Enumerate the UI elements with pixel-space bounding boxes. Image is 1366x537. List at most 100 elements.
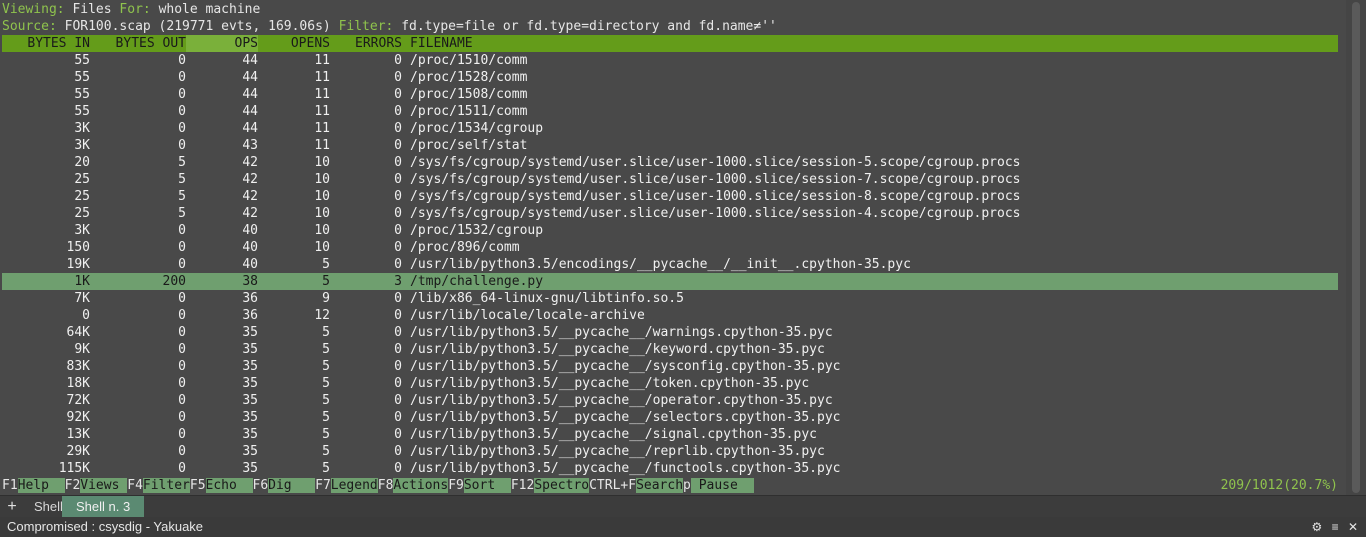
fkey-f12[interactable]: F12Spectro bbox=[511, 478, 590, 493]
bytes-in-cell: 19K bbox=[66, 257, 90, 272]
filename-cell: /sys/fs/cgroup/systemd/user.slice/user-1… bbox=[410, 189, 1021, 204]
fkey-f7[interactable]: F7Legend bbox=[315, 478, 378, 493]
errors-cell: 0 bbox=[394, 172, 402, 187]
errors-cell: 0 bbox=[394, 444, 402, 459]
fkey-label: Dig bbox=[268, 478, 316, 493]
table-row[interactable]: 18K 0 35 5 0/usr/lib/python3.5/__pycache__/t… bbox=[2, 375, 1338, 392]
column-header-row: BYTES IN BYTES OUT OPS OPENS ERRORS FILENAME bbox=[2, 35, 1338, 52]
fkey-f9[interactable]: F9Sort bbox=[448, 478, 511, 493]
ops-cell: 36 bbox=[242, 291, 258, 306]
fkey-f1[interactable]: F1Help bbox=[2, 478, 65, 493]
fkey-f8[interactable]: F8Actions bbox=[378, 478, 449, 493]
scrollbar-thumb[interactable] bbox=[1352, 2, 1360, 493]
fkey-label: Spectro bbox=[534, 478, 590, 493]
bytes-in-cell: 29K bbox=[66, 444, 90, 459]
table-row[interactable]: 25 5 42 10 0/sys/fs/cgroup/systemd/user.slic… bbox=[2, 171, 1338, 188]
bytes-out-cell: 0 bbox=[178, 121, 186, 136]
bytes-out-cell: 0 bbox=[178, 359, 186, 374]
col-opens[interactable]: OPENS bbox=[258, 35, 330, 52]
bytes-out-cell: 0 bbox=[178, 223, 186, 238]
fkey-ctrl-f[interactable]: CTRL+FSearch bbox=[589, 478, 684, 493]
filename-cell: /proc/1510/comm bbox=[410, 53, 528, 68]
bytes-out-cell: 0 bbox=[178, 376, 186, 391]
menu-icon[interactable]: ≡ bbox=[1332, 517, 1339, 537]
for-value: whole machine bbox=[158, 2, 261, 17]
errors-cell: 0 bbox=[394, 87, 402, 102]
table-row[interactable]: 72K 0 35 5 0/usr/lib/python3.5/__pycache__/o… bbox=[2, 392, 1338, 409]
ops-cell: 35 bbox=[242, 461, 258, 476]
table-row[interactable]: 3K 0 44 11 0/proc/1534/cgroup bbox=[2, 120, 1338, 137]
filename-cell: /proc/1508/comm bbox=[410, 87, 528, 102]
bytes-out-cell: 0 bbox=[178, 393, 186, 408]
table-row[interactable]: 9K 0 35 5 0/usr/lib/python3.5/__pycache__/ke… bbox=[2, 341, 1338, 358]
tab-shell-n3[interactable]: Shell n. 3 bbox=[62, 496, 145, 518]
bytes-in-cell: 7K bbox=[74, 291, 90, 306]
close-icon[interactable]: ✕ bbox=[1348, 517, 1358, 537]
bytes-in-cell: 3K bbox=[74, 121, 90, 136]
terminal-area[interactable]: Viewing: Files For: whole machine Source… bbox=[0, 0, 1346, 495]
table-row[interactable]: 150 0 40 10 0/proc/896/comm bbox=[2, 239, 1338, 256]
table-row-selected[interactable]: 1K 200 38 5 3/tmp/challenge.py bbox=[2, 273, 1338, 290]
filter-label: Filter: bbox=[338, 19, 394, 34]
bytes-out-cell: 0 bbox=[178, 104, 186, 119]
bytes-out-cell: 0 bbox=[178, 70, 186, 85]
bytes-in-cell: 25 bbox=[74, 206, 90, 221]
function-key-bar: F1Help F2Views F4FilterF5Echo F6Dig F7Le… bbox=[2, 477, 1338, 494]
table-row[interactable]: 55 0 44 11 0/proc/1508/comm bbox=[2, 86, 1338, 103]
add-tab-icon[interactable]: + bbox=[4, 497, 20, 517]
opens-cell: 11 bbox=[314, 121, 330, 136]
fkey-label: Actions bbox=[393, 478, 449, 493]
fkey-p[interactable]: p Pause bbox=[683, 478, 754, 493]
fkey-key: CTRL+F bbox=[589, 478, 637, 493]
ops-cell: 44 bbox=[242, 87, 258, 102]
col-bytes-out[interactable]: BYTES OUT bbox=[90, 35, 186, 52]
table-row[interactable]: 55 0 44 11 0/proc/1511/comm bbox=[2, 103, 1338, 120]
bytes-in-cell: 92K bbox=[66, 410, 90, 425]
bytes-in-cell: 9K bbox=[74, 342, 90, 357]
table-row[interactable]: 115K 0 35 5 0/usr/lib/python3.5/__pycache__/… bbox=[2, 460, 1338, 477]
errors-cell: 0 bbox=[394, 206, 402, 221]
fkey-f5[interactable]: F5Echo bbox=[190, 478, 253, 493]
fkey-label: Search bbox=[636, 478, 684, 493]
table-row[interactable]: 83K 0 35 5 0/usr/lib/python3.5/__pycache__/s… bbox=[2, 358, 1338, 375]
bytes-out-cell: 0 bbox=[178, 308, 186, 323]
col-errors[interactable]: ERRORS bbox=[330, 35, 402, 52]
bytes-out-cell: 0 bbox=[178, 257, 186, 272]
bytes-in-cell: 3K bbox=[74, 223, 90, 238]
opens-cell: 12 bbox=[314, 308, 330, 323]
filename-cell: /usr/lib/python3.5/__pycache__/warnings.… bbox=[410, 325, 833, 340]
col-ops[interactable]: OPS bbox=[186, 35, 258, 52]
filename-cell: /proc/1532/cgroup bbox=[410, 223, 544, 238]
table-row[interactable]: 25 5 42 10 0/sys/fs/cgroup/systemd/user.slic… bbox=[2, 205, 1338, 222]
table-row[interactable]: 64K 0 35 5 0/usr/lib/python3.5/__pycache__/w… bbox=[2, 324, 1338, 341]
fkey-f2[interactable]: F2Views bbox=[65, 478, 128, 493]
col-bytes-in[interactable]: BYTES IN bbox=[2, 35, 90, 52]
table-row[interactable]: 20 5 42 10 0/sys/fs/cgroup/systemd/user.slic… bbox=[2, 154, 1338, 171]
fkey-label: Views bbox=[80, 478, 128, 493]
table-row[interactable]: 29K 0 35 5 0/usr/lib/python3.5/__pycache__/r… bbox=[2, 443, 1338, 460]
scrollbar[interactable] bbox=[1346, 0, 1366, 495]
for-label: For: bbox=[119, 2, 151, 17]
table-row[interactable]: 7K 0 36 9 0/lib/x86_64-linux-gnu/libtinfo.so… bbox=[2, 290, 1338, 307]
settings-icon[interactable]: ⚙ bbox=[1311, 517, 1322, 537]
fkey-f4[interactable]: F4Filter bbox=[127, 478, 190, 493]
fkey-key: F1 bbox=[2, 478, 18, 493]
table-row[interactable]: 55 0 44 11 0/proc/1510/comm bbox=[2, 52, 1338, 69]
table-row[interactable]: 92K 0 35 5 0/usr/lib/python3.5/__pycache__/s… bbox=[2, 409, 1338, 426]
table-row[interactable]: 3K 0 40 10 0/proc/1532/cgroup bbox=[2, 222, 1338, 239]
bytes-in-cell: 64K bbox=[66, 325, 90, 340]
col-filename[interactable]: FILENAME bbox=[402, 35, 473, 52]
table-row[interactable]: 55 0 44 11 0/proc/1528/comm bbox=[2, 69, 1338, 86]
table-row[interactable]: 3K 0 43 11 0/proc/self/stat bbox=[2, 137, 1338, 154]
filename-cell: /usr/lib/python3.5/__pycache__/token.cpy… bbox=[410, 376, 810, 391]
table-row[interactable]: 13K 0 35 5 0/usr/lib/python3.5/__pycache__/s… bbox=[2, 426, 1338, 443]
opens-cell: 11 bbox=[314, 138, 330, 153]
fkey-f6[interactable]: F6Dig bbox=[253, 478, 316, 493]
ops-cell: 35 bbox=[242, 342, 258, 357]
table-row[interactable]: 25 5 42 10 0/sys/fs/cgroup/systemd/user.slic… bbox=[2, 188, 1338, 205]
bytes-in-cell: 3K bbox=[74, 138, 90, 153]
errors-cell: 0 bbox=[394, 104, 402, 119]
table-row[interactable]: 19K 0 40 5 0/usr/lib/python3.5/encodings/__p… bbox=[2, 256, 1338, 273]
fkey-key: F7 bbox=[315, 478, 331, 493]
table-row[interactable]: 0 0 36 12 0/usr/lib/locale/locale-archive bbox=[2, 307, 1338, 324]
